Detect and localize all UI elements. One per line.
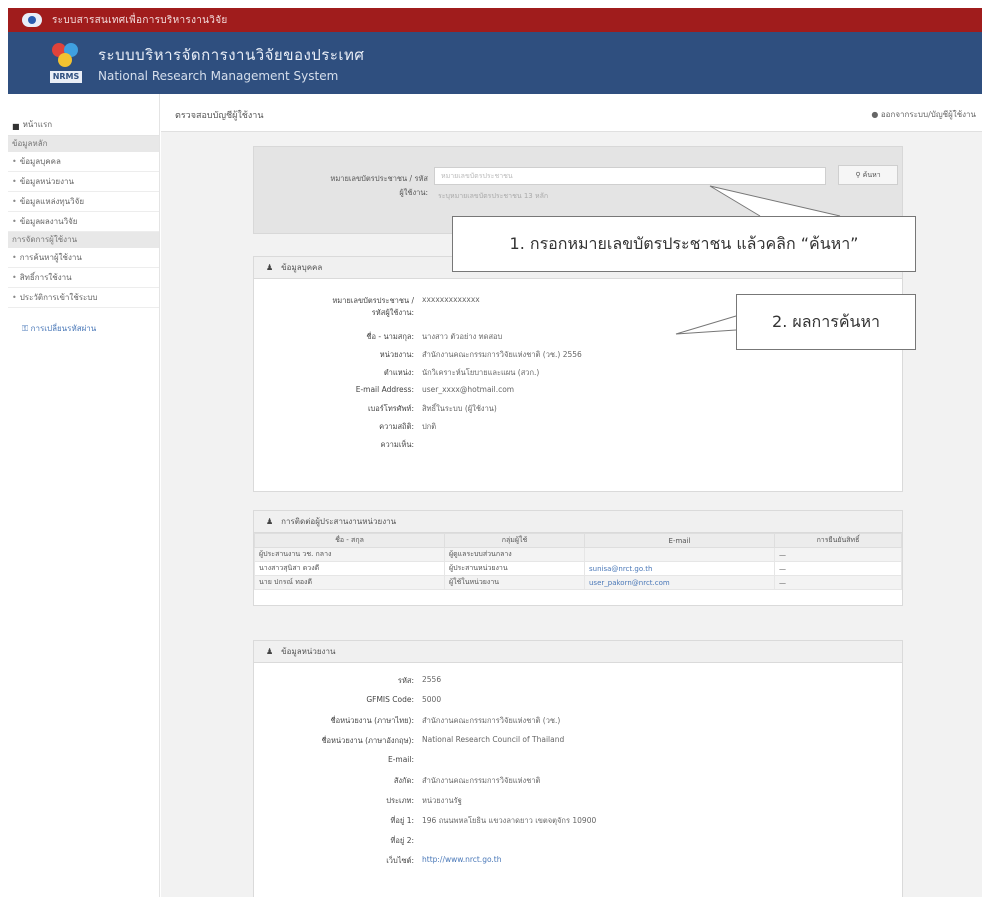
top-bar-title: ระบบสารสนเทศเพื่อการบริหารงานวิจัย (52, 14, 228, 26)
key-icon: ⚿ (22, 324, 31, 333)
account-menu[interactable]: ● ออกจากระบบ/บัญชีผู้ใช้งาน (871, 108, 976, 121)
main-content: ตรวจสอบบัญชีผู้ใช้งาน ● ออกจากระบบ/บัญชี… (161, 94, 982, 897)
sidebar-home[interactable]: ■ หน้าแรก (8, 94, 159, 136)
field-value: 5000 (422, 695, 442, 704)
person-info-panel: ♟ ข้อมูลบุคคล หมายเลขบัตรประชาชน / รหัสผู… (253, 256, 903, 492)
field-value: สิทธิ์ในระบบ (ผู้ใช้งาน) (422, 404, 497, 413)
field-value: นางสาว ตัวอย่าง ทดสอบ (422, 332, 503, 341)
field-value: สำนักงานคณะกรรมการวิจัยแห่งชาติ (422, 776, 541, 785)
brand-title-th: ระบบบริหารจัดการงานวิจัยของประเทศ (98, 46, 365, 64)
field-value: xxxxxxxxxxxxx (422, 295, 480, 304)
sidebar-item-funding[interactable]: • ข้อมูลแหล่งทุนวิจัย (8, 192, 159, 212)
field-value: ปกติ (422, 422, 437, 431)
change-password-link[interactable]: ⚿ การเปลี่ยนรหัสผ่าน (8, 322, 159, 335)
search-hint: ระบุหมายเลขบัตรประชาชน 13 หลัก (438, 192, 549, 200)
field-value: National Research Council of Thailand (422, 735, 565, 744)
nrms-logo[interactable]: NRMS (50, 41, 82, 85)
sidebar-item-person[interactable]: • ข้อมูลบุคคล (8, 152, 159, 172)
agency-info-panel: ♟ ข้อมูลหน่วยงาน รหัส: 2556 GFMIS Code: 5… (253, 640, 903, 897)
person-icon: ♟ (266, 263, 274, 272)
website-link[interactable]: http://www.nrct.go.th (422, 855, 502, 864)
page-title: ตรวจสอบบัญชีผู้ใช้งาน (175, 111, 264, 121)
site-banner: NRMS ระบบบริหารจัดการงานวิจัยของประเทศ N… (8, 32, 982, 94)
search-icon: ⚲ (855, 171, 863, 179)
table-header: ชื่อ - สกุล (254, 533, 445, 548)
page-header: ตรวจสอบบัญชีผู้ใช้งาน ● ออกจากระบบ/บัญชี… (161, 94, 982, 132)
contacts-table: ชื่อ - สกุล กลุ่มผู้ใช้ E-mail การยืนยัน… (254, 533, 902, 590)
callout-step-2: 2. ผลการค้นหา (736, 294, 916, 350)
email-value: user_xxxx@hotmail.com (422, 385, 515, 394)
sidebar-item-user-search[interactable]: • การค้นหาผู้ใช้งาน (8, 248, 159, 268)
people-icon: ♟ (266, 517, 274, 526)
app-mini-logo-icon (22, 13, 42, 27)
field-value: สำนักงานคณะกรรมการวิจัยแห่งชาติ (วช.) (422, 716, 561, 725)
contacts-panel: ♟ การติดต่อผู้ประสานงานหน่วยงาน ชื่อ - สก… (253, 510, 903, 606)
building-icon: ♟ (266, 647, 274, 656)
search-label-2: ผู้ใช้งาน: (399, 188, 428, 197)
field-value: นักวิเคราะห์นโยบายและแผน (สวก.) (422, 368, 540, 377)
sidebar-section-users: การจัดการผู้ใช้งาน (8, 232, 159, 248)
table-header: การยืนยันสิทธิ์ (774, 533, 902, 548)
brand-title-en: National Research Management System (98, 69, 339, 83)
field-value: 2556 (422, 675, 442, 684)
table-header: กลุ่มผู้ใช้ (444, 533, 585, 548)
sidebar-item-permissions[interactable]: • สิทธิ์การใช้งาน (8, 268, 159, 288)
agency-info-header: ♟ ข้อมูลหน่วยงาน (254, 641, 902, 663)
sidebar-section-main: ข้อมูลหลัก (8, 136, 159, 152)
field-value: 196 ถนนพหลโยธิน แขวงลาดยาว เขตจตุจักร 10… (422, 816, 597, 825)
id-search-input[interactable]: หมายเลขบัตรประชาชน (434, 167, 826, 185)
brand-text: ระบบบริหารจัดการงานวิจัยของประเทศ Nation… (98, 43, 364, 83)
sidebar-item-research[interactable]: • ข้อมูลผลงานวิจัย (8, 212, 159, 232)
user-icon: ● (871, 110, 881, 119)
table-row: ผู้ประสานงาน วช. กลาง ผู้ดูแลระบบส่วนกลา… (254, 547, 902, 562)
search-button[interactable]: ⚲ ค้นหา (838, 165, 898, 185)
sidebar-item-login-history[interactable]: • ประวัติการเข้าใช้ระบบ (8, 288, 159, 308)
callout-step-1: 1. กรอกหมายเลขบัตรประชาชน แล้วคลิก “ค้นห… (452, 216, 916, 272)
sidebar: ■ หน้าแรก ข้อมูลหลัก • ข้อมูลบุคคล • ข้อมู… (8, 94, 160, 897)
sidebar-item-agency[interactable]: • ข้อมูลหน่วยงาน (8, 172, 159, 192)
field-value: สำนักงานคณะกรรมการวิจัยแห่งชาติ (วช.) 25… (422, 350, 582, 359)
table-row: นาย ปกรณ์ ทองดี ผู้ใช้ในหน่วยงาน user_pa… (254, 575, 902, 590)
table-header: E-mail (584, 533, 775, 548)
table-row: นางสาวสุนิสา ดวงดี ผู้ประสานหน่วยงาน sun… (254, 561, 902, 576)
search-label: หมายเลขบัตรประชาชน / รหัส (330, 174, 428, 183)
home-icon: ■ (12, 122, 20, 131)
field-value: หน่วยงานรัฐ (422, 796, 462, 805)
top-bar: ระบบสารสนเทศเพื่อการบริหารงานวิจัย (8, 8, 982, 32)
contacts-header: ♟ การติดต่อผู้ประสานงานหน่วยงาน (254, 511, 902, 533)
